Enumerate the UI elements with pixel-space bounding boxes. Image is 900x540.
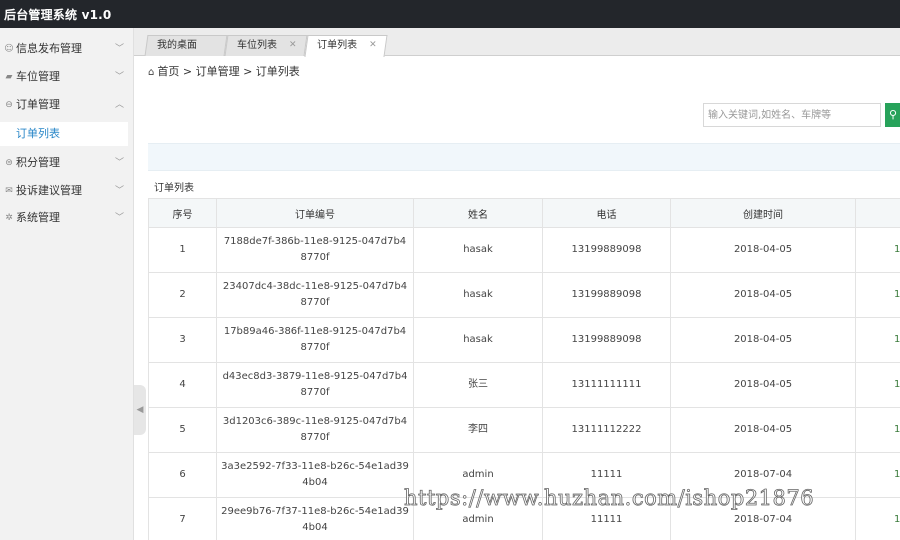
app-title: 后台管理系统 v1.0 <box>4 8 112 22</box>
column-header: 订单编号 <box>216 198 414 228</box>
sidebar-item-complaints[interactable]: ✉ 投诉建议管理 ﹀ <box>0 178 134 204</box>
cell-name: 李四 <box>413 407 543 453</box>
sidebar-item-label: 系统管理 <box>16 211 60 224</box>
gear-icon: ✲ <box>5 213 13 223</box>
sidebar-item-orders[interactable]: ⊖ 订单管理 ︿ <box>0 92 134 118</box>
column-header: 电话 <box>542 198 671 228</box>
table-row: 1 7188de7f-386b-11e8-9125-047d7b48770f h… <box>148 227 900 273</box>
cell-extra: 1 <box>855 272 900 318</box>
breadcrumb-level2: 订单列表 <box>255 65 300 78</box>
cell-no: 3 <box>148 317 217 363</box>
tab-label: 车位列表 <box>237 40 277 51</box>
points-icon: ⊜ <box>5 158 13 168</box>
breadcrumb-level1[interactable]: 订单管理 <box>196 65 240 78</box>
table-row: 2 23407dc4-38dc-11e8-9125-047d7b48770f h… <box>148 272 900 318</box>
sidebar-collapse-handle[interactable]: ◀ <box>134 385 146 435</box>
table-row: 3 17b89a46-386f-11e8-9125-047d7b48770f h… <box>148 317 900 363</box>
cell-order-code: 3a3e2592-7f33-11e8-b26c-54e1ad394b04 <box>216 452 414 498</box>
tab-label: 订单列表 <box>317 40 358 51</box>
sidebar-item-info-publish[interactable]: ☺ 信息发布管理 ﹀ <box>0 36 134 62</box>
column-header: 序号 <box>148 198 217 228</box>
table-row: 5 3d1203c6-389c-11e8-9125-047d7b48770f 李… <box>148 407 900 453</box>
cell-extra: 1 <box>855 497 900 540</box>
breadcrumb-separator: > <box>243 65 253 78</box>
chevron-up-icon: ︿ <box>114 100 124 110</box>
cell-extra: 1 <box>855 407 900 453</box>
chevron-down-icon: ﹀ <box>114 213 124 223</box>
table-header-row: 序号 订单编号 姓名 电话 创建时间 <box>148 198 900 228</box>
sidebar-item-label: 积分管理 <box>16 156 60 169</box>
breadcrumb-separator: > <box>182 65 193 78</box>
cell-order-code: 3d1203c6-389c-11e8-9125-047d7b48770f <box>216 407 414 453</box>
sidebar-item-system[interactable]: ✲ 系统管理 ﹀ <box>0 205 134 231</box>
search-input[interactable] <box>703 103 881 127</box>
cell-no: 1 <box>148 227 217 273</box>
column-header <box>855 198 900 228</box>
chevron-down-icon: ﹀ <box>114 44 124 54</box>
panel-header-band <box>148 143 900 171</box>
cell-extra: 1 <box>855 227 900 273</box>
parking-icon: ▰ <box>5 72 13 82</box>
cell-order-code: 23407dc4-38dc-11e8-9125-047d7b48770f <box>216 272 414 318</box>
cell-no: 2 <box>148 272 217 318</box>
cell-order-code: 7188de7f-386b-11e8-9125-047d7b48770f <box>216 227 414 273</box>
cell-order-code: 29ee9b76-7f37-11e8-b26c-54e1ad394b04 <box>216 497 414 540</box>
sidebar-item-label: 车位管理 <box>16 70 60 83</box>
cell-created: 2018-04-05 <box>670 272 856 318</box>
cell-no: 5 <box>148 407 217 453</box>
sidebar-item-points[interactable]: ⊜ 积分管理 ﹀ <box>0 150 134 176</box>
chevron-down-icon: ﹀ <box>114 158 124 168</box>
close-icon[interactable]: ✕ <box>370 36 378 55</box>
search-icon: ⚲ <box>889 108 898 121</box>
search-button[interactable]: ⚲ <box>885 103 900 127</box>
sidebar: ☺ 信息发布管理 ﹀ ▰ 车位管理 ﹀ ⊖ 订单管理 ︿ 订单列表 ⊜ 积分管理… <box>0 28 134 540</box>
cell-created: 2018-04-05 <box>670 407 856 453</box>
chevron-down-icon: ﹀ <box>114 72 124 82</box>
cell-no: 6 <box>148 452 217 498</box>
cell-extra: 1 <box>855 452 900 498</box>
tab-parking-list[interactable]: 车位列表 ✕ <box>224 35 308 56</box>
cell-phone: 13199889098 <box>542 272 671 318</box>
cell-order-code: d43ec8d3-3879-11e8-9125-047d7b48770f <box>216 362 414 408</box>
mail-icon: ✉ <box>5 186 13 196</box>
tab-my-desktop[interactable]: 我的桌面 <box>144 35 228 56</box>
cell-created: 2018-04-05 <box>670 227 856 273</box>
watermark-text: https://www.huzhan.com/ishop21876 <box>404 486 815 511</box>
cell-name: hasak <box>413 272 543 318</box>
top-bar: 后台管理系统 v1.0 <box>0 0 900 28</box>
cell-name: hasak <box>413 317 543 363</box>
cell-phone: 13111111111 <box>542 362 671 408</box>
table-row: 4 d43ec8d3-3879-11e8-9125-047d7b48770f 张… <box>148 362 900 408</box>
tab-label: 我的桌面 <box>157 40 197 51</box>
order-icon: ⊖ <box>5 100 13 110</box>
home-icon: ⌂ <box>148 67 155 78</box>
sidebar-item-label: 订单管理 <box>16 98 60 111</box>
cell-order-code: 17b89a46-386f-11e8-9125-047d7b48770f <box>216 317 414 363</box>
cell-name: hasak <box>413 227 543 273</box>
close-icon[interactable]: ✕ <box>289 36 297 55</box>
sidebar-item-label: 投诉建议管理 <box>16 184 82 197</box>
cell-extra: 1 <box>855 362 900 408</box>
cell-phone: 13199889098 <box>542 227 671 273</box>
sidebar-item-label: 信息发布管理 <box>16 42 82 55</box>
tab-bar: 我的桌面 车位列表 ✕ 订单列表 ✕ <box>134 28 900 57</box>
column-header: 姓名 <box>413 198 543 228</box>
breadcrumb-home[interactable]: 首页 <box>157 65 179 78</box>
chevron-down-icon: ﹀ <box>114 186 124 196</box>
cell-created: 2018-04-05 <box>670 362 856 408</box>
breadcrumb: ⌂ 首页 > 订单管理 > 订单列表 <box>148 63 300 79</box>
message-icon: ☺ <box>4 44 14 54</box>
cell-phone: 13199889098 <box>542 317 671 363</box>
cell-no: 4 <box>148 362 217 408</box>
panel-title: 订单列表 <box>154 183 194 194</box>
cell-extra: 1 <box>855 317 900 363</box>
tab-order-list[interactable]: 订单列表 ✕ <box>304 35 388 57</box>
sidebar-item-parking[interactable]: ▰ 车位管理 ﹀ <box>0 64 134 90</box>
cell-created: 2018-04-05 <box>670 317 856 363</box>
cell-no: 7 <box>148 497 217 540</box>
cell-phone: 13111112222 <box>542 407 671 453</box>
sidebar-subitem-order-list[interactable]: 订单列表 <box>0 122 128 146</box>
cell-name: 张三 <box>413 362 543 408</box>
column-header: 创建时间 <box>670 198 856 228</box>
